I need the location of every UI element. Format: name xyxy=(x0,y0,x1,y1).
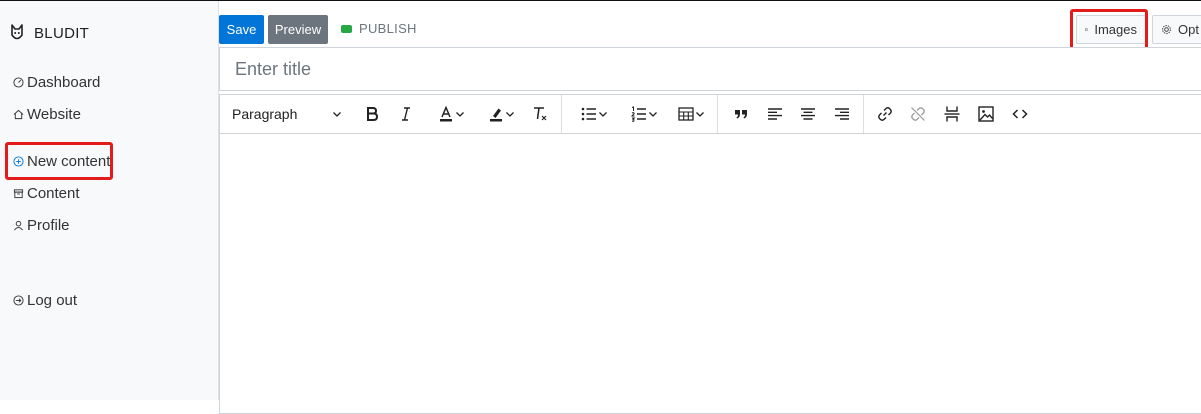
title-input[interactable] xyxy=(219,47,1201,91)
text-color-icon xyxy=(440,105,452,122)
sidebar-item-profile[interactable]: Profile xyxy=(12,217,70,234)
clear-format-icon xyxy=(534,107,547,121)
sidebar-item-label: Website xyxy=(27,106,81,123)
blockquote-button[interactable] xyxy=(727,95,755,133)
sidebar-item-label: New content xyxy=(27,153,111,170)
sidebar-item-label: Log out xyxy=(27,292,78,309)
blockquote-icon xyxy=(735,110,747,119)
toolbar-divider xyxy=(717,95,718,133)
editor-toolbar: Paragraph xyxy=(220,95,1201,134)
image-icon xyxy=(978,106,994,122)
link-icon xyxy=(878,107,892,121)
chevron-down-icon xyxy=(456,112,464,117)
archive-icon xyxy=(12,188,24,200)
align-right-button[interactable] xyxy=(828,95,856,133)
align-right-icon xyxy=(835,108,849,120)
clear-format-button[interactable] xyxy=(528,95,552,133)
options-button[interactable]: Opt xyxy=(1152,15,1201,44)
align-left-button[interactable] xyxy=(761,95,789,133)
save-button[interactable]: Save xyxy=(219,15,264,44)
sidebar-item-logout[interactable]: Log out xyxy=(12,292,77,309)
chevron-down-icon xyxy=(649,112,657,117)
logout-icon xyxy=(12,295,24,307)
speedometer-icon xyxy=(12,77,24,89)
table-icon xyxy=(678,107,694,121)
chevron-down-icon xyxy=(696,112,704,117)
page-break-icon xyxy=(944,106,960,122)
unlink-icon xyxy=(911,107,925,121)
sidebar-item-website[interactable]: Website xyxy=(12,106,81,123)
link-button[interactable] xyxy=(871,95,899,133)
bludit-logo-icon xyxy=(10,23,24,43)
images-button[interactable]: Images xyxy=(1076,15,1146,44)
brand-name: BLUDIT xyxy=(34,24,90,42)
unlink-button[interactable] xyxy=(904,95,932,133)
sidebar-item-label: Dashboard xyxy=(27,74,101,91)
images-label: Images xyxy=(1094,22,1137,37)
page-break-button[interactable] xyxy=(938,95,966,133)
bullet-list-button[interactable] xyxy=(570,95,618,133)
editor-content-area[interactable] xyxy=(220,134,1201,413)
brand[interactable]: BLUDIT xyxy=(10,23,89,43)
highlight-color-button[interactable] xyxy=(476,95,526,133)
sidebar-item-content[interactable]: Content xyxy=(12,185,80,202)
sidebar-item-label: Content xyxy=(27,185,80,202)
source-code-button[interactable] xyxy=(1006,95,1034,133)
table-button[interactable] xyxy=(670,95,712,133)
status-dot-icon xyxy=(341,24,352,33)
bold-icon xyxy=(367,107,379,121)
options-label: Opt xyxy=(1178,22,1199,37)
align-left-icon xyxy=(768,108,782,120)
align-center-icon xyxy=(801,108,815,120)
chevron-down-icon xyxy=(333,112,341,117)
numbered-list-icon xyxy=(630,106,646,122)
numbered-list-button[interactable] xyxy=(620,95,668,133)
toolbar-divider xyxy=(863,95,864,133)
image-icon xyxy=(1085,28,1089,31)
publish-status[interactable]: PUBLISH xyxy=(341,21,417,36)
text-color-button[interactable] xyxy=(426,95,476,133)
image-button[interactable] xyxy=(972,95,1000,133)
italic-icon xyxy=(402,107,410,121)
sidebar-item-new-content[interactable]: New content xyxy=(12,153,110,170)
bullet-list-icon xyxy=(581,107,596,121)
sidebar-item-dashboard[interactable]: Dashboard xyxy=(12,74,100,91)
align-center-button[interactable] xyxy=(794,95,822,133)
preview-button[interactable]: Preview xyxy=(268,15,328,44)
format-select[interactable]: Paragraph xyxy=(224,95,350,133)
sidebar-item-label: Profile xyxy=(27,217,70,234)
chevron-down-icon xyxy=(599,112,607,117)
gear-icon xyxy=(1162,25,1171,34)
sidebar: BLUDIT Dashboard Website New content Con… xyxy=(0,1,219,400)
chevron-down-icon xyxy=(506,112,514,117)
code-icon xyxy=(1012,109,1028,119)
bold-button[interactable] xyxy=(360,95,384,133)
rich-text-editor: Paragraph xyxy=(219,94,1201,414)
italic-button[interactable] xyxy=(394,95,418,133)
toolbar-divider xyxy=(561,95,562,133)
user-icon xyxy=(12,220,24,232)
home-icon xyxy=(12,109,24,121)
status-label: PUBLISH xyxy=(359,21,417,36)
highlight-icon xyxy=(490,108,502,122)
plus-circle-icon xyxy=(12,156,24,168)
format-select-value: Paragraph xyxy=(232,106,298,122)
